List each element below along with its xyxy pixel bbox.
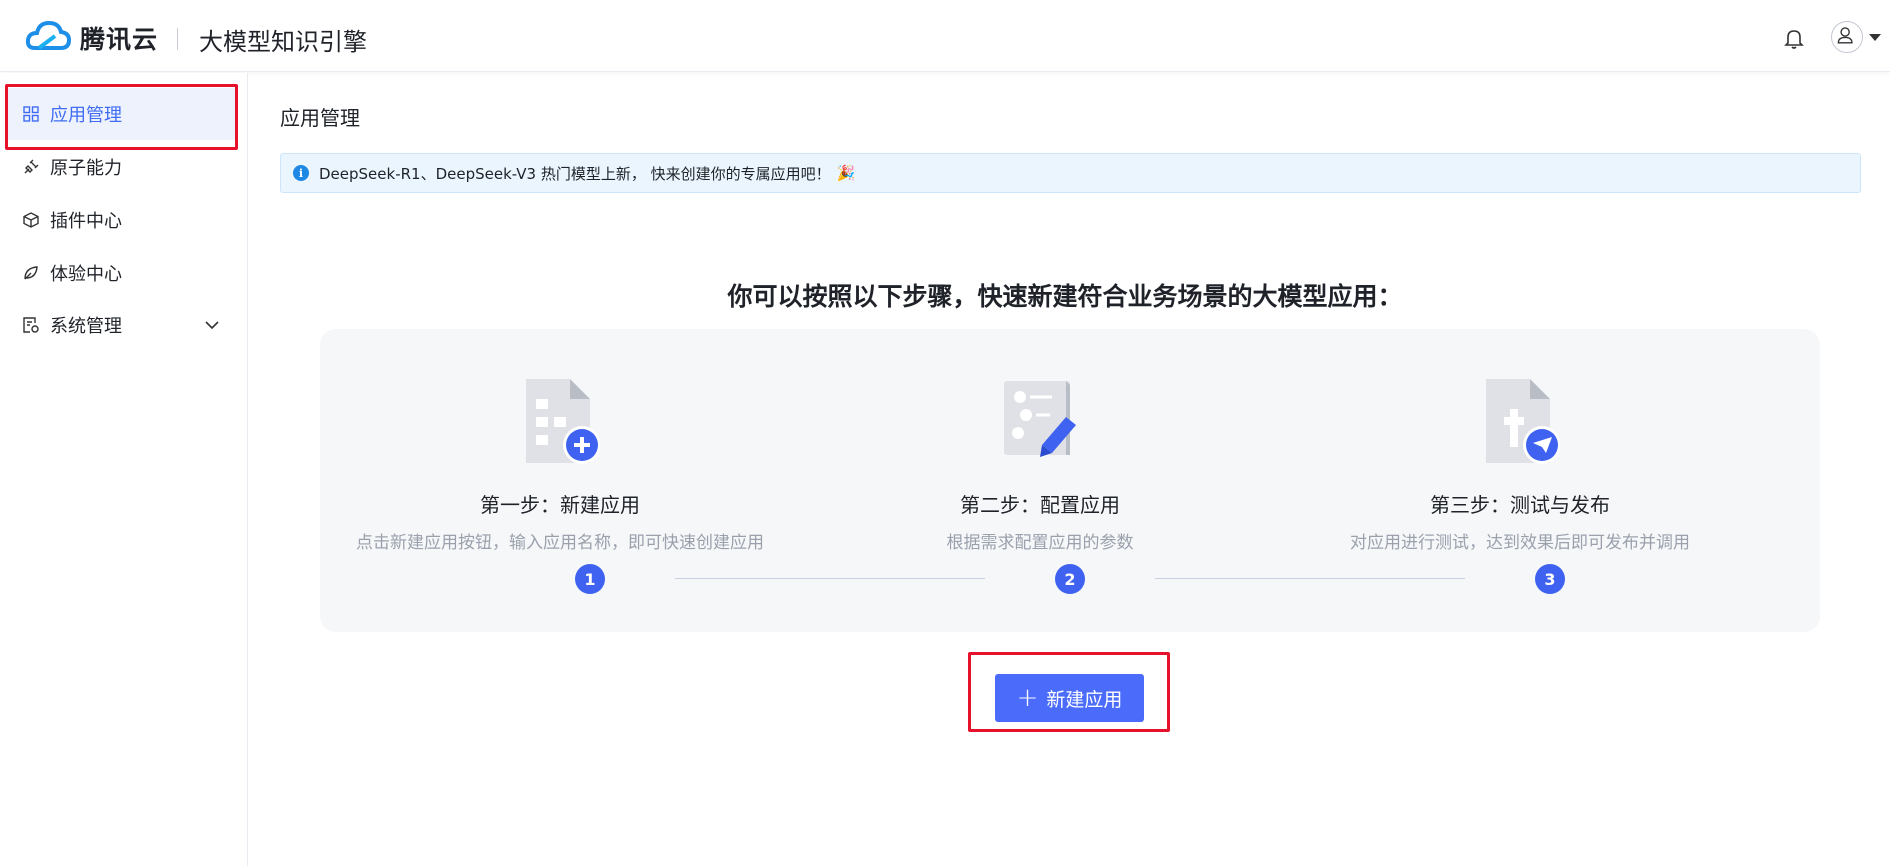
page-title: 应用管理 (280, 106, 360, 130)
notice-banner: i DeepSeek-R1、DeepSeek-V3 热门模型上新， 快来创建你的… (280, 153, 1861, 193)
step-title: 第一步：新建应用 (480, 493, 640, 517)
step-description: 对应用进行测试，达到效果后即可发布并调用 (1350, 533, 1690, 553)
chevron-down-icon[interactable] (204, 317, 220, 333)
sidebar: 应用管理 原子能力 插件中心 体验中心 系统管理 (0, 73, 248, 866)
grid-icon (23, 106, 39, 122)
configure-icon (1000, 377, 1080, 467)
guide-headline: 你可以按照以下步骤，快速新建符合业务场景的大模型应用： (727, 282, 1403, 311)
create-app-label: 新建应用 (1046, 688, 1123, 711)
step-3: 第三步：测试与发布 对应用进行测试，达到效果后即可发布并调用 (1280, 377, 1760, 553)
brand-name[interactable]: 腾讯云 (80, 20, 158, 56)
sidebar-item-atomic-capability[interactable]: 原子能力 (8, 141, 236, 193)
step-title: 第二步：配置应用 (960, 493, 1120, 517)
step-description: 根据需求配置应用的参数 (946, 533, 1134, 553)
sidebar-item-label: 插件中心 (50, 211, 122, 232)
create-app-button[interactable]: + 新建应用 (995, 674, 1144, 722)
step-number-1: 1 (575, 564, 605, 594)
tencent-cloud-logo[interactable] (25, 18, 71, 54)
header-divider (177, 28, 178, 50)
step-description: 点击新建应用按钮，输入应用名称，即可快速创建应用 (356, 533, 764, 553)
steps-card: 第一步：新建应用 点击新建应用按钮，输入应用名称，即可快速创建应用 第二步：配置… (320, 329, 1820, 632)
plus-icon: + (1016, 683, 1039, 713)
plug-icon (24, 159, 39, 174)
product-name[interactable]: 大模型知识引擎 (199, 22, 367, 57)
step-1: 第一步：新建应用 点击新建应用按钮，输入应用名称，即可快速创建应用 (320, 377, 800, 553)
sidebar-item-app-management[interactable]: 应用管理 (8, 88, 236, 140)
new-document-icon (520, 377, 601, 467)
caret-down-icon[interactable] (1869, 34, 1881, 41)
sidebar-item-label: 原子能力 (50, 158, 122, 179)
sidebar-item-plugin-center[interactable]: 插件中心 (8, 194, 236, 246)
info-icon: i (293, 165, 309, 181)
step-number-2: 2 (1055, 564, 1085, 594)
user-icon (1837, 27, 1853, 44)
step-number-3: 3 (1535, 564, 1565, 594)
step-connector (1155, 578, 1465, 579)
party-emoji-icon: 🎉 (836, 164, 856, 182)
cube-icon (23, 212, 39, 228)
user-avatar[interactable] (1831, 21, 1863, 53)
notice-text: DeepSeek-R1、DeepSeek-V3 热门模型上新， 快来创建你的专属… (319, 164, 831, 183)
step-connector (675, 578, 985, 579)
publish-icon (1480, 377, 1561, 467)
bell-icon[interactable] (1784, 28, 1804, 50)
sidebar-item-label: 应用管理 (50, 105, 122, 126)
sidebar-item-label: 系统管理 (50, 316, 122, 337)
step-title: 第三步：测试与发布 (1430, 493, 1610, 517)
step-2: 第二步：配置应用 根据需求配置应用的参数 (800, 377, 1280, 553)
top-header: 腾讯云 大模型知识引擎 (0, 0, 1890, 72)
settings-doc-icon (23, 317, 39, 333)
